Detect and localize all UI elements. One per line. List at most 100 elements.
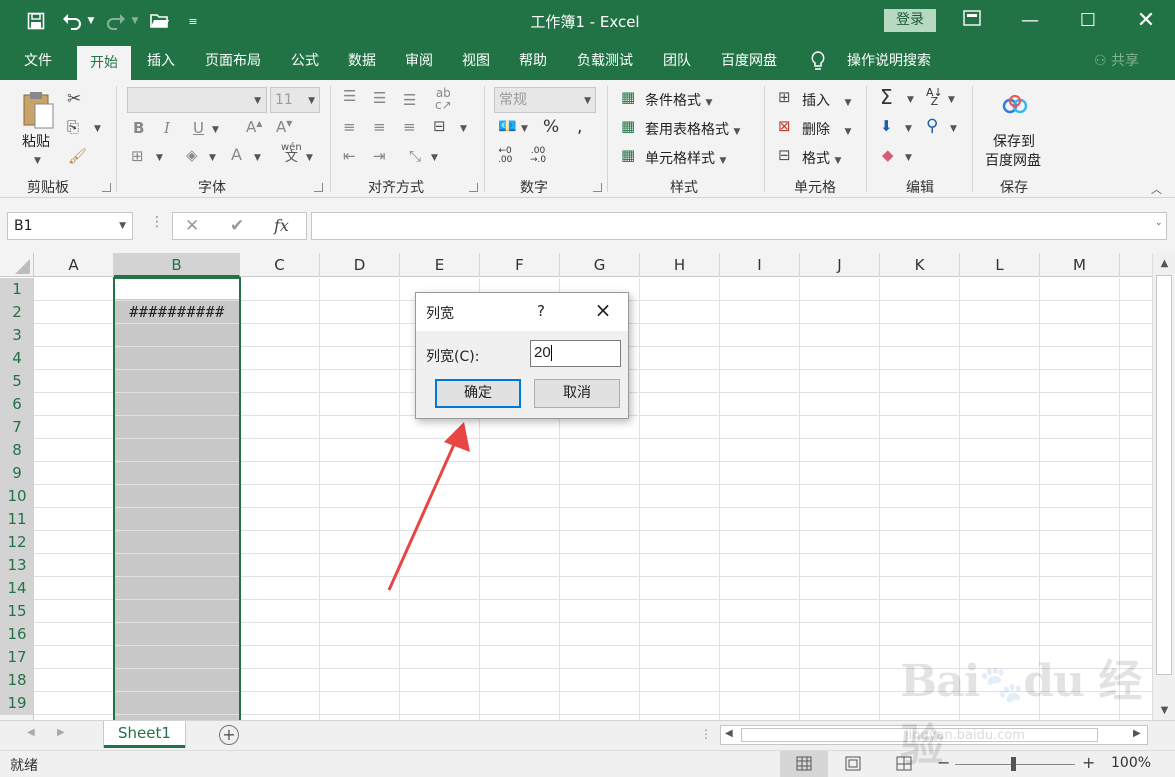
row-header[interactable]: 19 (0, 692, 34, 715)
row-header[interactable]: 12 (0, 531, 34, 554)
decrease-indent-icon[interactable]: ⇤ (343, 147, 356, 165)
chevron-down-icon[interactable]: ▼ (460, 124, 467, 134)
row-header[interactable]: 13 (0, 554, 34, 577)
chevron-down-icon[interactable]: ▼ (306, 153, 313, 163)
column-width-input[interactable]: 20 (530, 340, 621, 367)
chevron-down-icon[interactable]: ▼ (94, 124, 101, 134)
dialog-launcher-icon[interactable] (469, 183, 478, 192)
close-icon[interactable]: ✕ (1126, 6, 1166, 36)
format-as-table-button[interactable]: 套用表格格式 ▼ (645, 119, 740, 139)
decrease-font-icon[interactable]: A▼ (276, 118, 292, 136)
increase-decimal-icon[interactable]: ←0.00 (498, 147, 512, 165)
column-header[interactable]: E (400, 253, 480, 277)
align-middle-icon[interactable]: ☰ (373, 89, 386, 107)
chevron-down-icon[interactable]: ▼ (905, 153, 912, 163)
chevron-down-icon[interactable]: ▼ (950, 124, 957, 134)
tab-data[interactable]: 数据 (339, 42, 385, 80)
row-header[interactable]: 4 (0, 347, 34, 370)
cancel-button[interactable]: 取消 (534, 379, 620, 408)
comma-style-icon[interactable]: , (577, 117, 582, 137)
cancel-entry-icon[interactable]: ✕ (185, 216, 199, 236)
font-color-icon[interactable]: A (231, 145, 242, 164)
chevron-down-icon[interactable]: ▼ (212, 125, 219, 135)
number-format-select[interactable]: 常规 ▼ (494, 87, 596, 113)
underline-icon[interactable]: U (193, 119, 204, 137)
open-folder-icon[interactable] (148, 8, 172, 34)
sheet-tab-sheet1[interactable]: Sheet1 (104, 721, 185, 748)
row-header[interactable]: 5 (0, 370, 34, 393)
save-icon[interactable] (24, 8, 48, 34)
tab-view[interactable]: 视图 (453, 42, 499, 80)
decrease-decimal-icon[interactable]: .00 →.0 (530, 147, 546, 165)
font-size-select[interactable]: 11 ▼ (270, 87, 320, 113)
align-bottom-icon[interactable]: ☰ (403, 91, 416, 109)
chevron-down-icon[interactable]: ▼ (209, 153, 216, 163)
column-header[interactable]: H (640, 253, 720, 277)
row-header[interactable]: 15 (0, 600, 34, 623)
save-to-baidu-line1[interactable]: 保存到 (993, 131, 1035, 151)
row-header[interactable]: 7 (0, 416, 34, 439)
percent-icon[interactable]: % (543, 117, 559, 137)
scroll-up-icon[interactable]: ▲ (1153, 258, 1175, 269)
maximize-icon[interactable]: ☐ (1068, 6, 1108, 36)
insert-button[interactable]: 插入 ▼ (802, 90, 851, 110)
row-header[interactable]: 1 (0, 278, 34, 301)
clear-icon[interactable]: ◆ (882, 146, 894, 164)
fill-color-icon[interactable]: ◈ (186, 146, 198, 164)
column-header[interactable]: A (34, 253, 114, 277)
delete-button[interactable]: 删除 ▼ (802, 119, 851, 139)
formula-input[interactable] (311, 212, 1167, 240)
prev-sheet-icon[interactable]: ◀ (27, 727, 35, 738)
tab-formulas[interactable]: 公式 (282, 42, 328, 80)
row-header[interactable]: 2 (0, 301, 34, 324)
chevron-down-icon[interactable]: ▼ (431, 153, 438, 163)
confirm-entry-icon[interactable]: ✔ (230, 216, 244, 236)
row-header[interactable]: 6 (0, 393, 34, 416)
column-header[interactable]: J (800, 253, 880, 277)
help-icon[interactable]: ? (537, 302, 545, 320)
chevron-down-icon[interactable]: ▼ (86, 8, 96, 34)
row-header[interactable]: 10 (0, 485, 34, 508)
next-sheet-icon[interactable]: ▶ (57, 727, 65, 738)
tab-team[interactable]: 团队 (654, 42, 700, 80)
insert-function-icon[interactable]: fx (274, 216, 289, 235)
tab-page-layout[interactable]: 页面布局 (196, 42, 270, 80)
collapse-ribbon-icon[interactable]: ︿ (1151, 181, 1162, 197)
fill-icon[interactable]: ⬇ (880, 117, 893, 135)
cut-icon[interactable]: ✂ (67, 89, 81, 109)
minimize-icon[interactable]: — (1010, 6, 1050, 36)
share-button[interactable]: ⚇ 共享 (1094, 42, 1139, 80)
row-header[interactable]: 3 (0, 324, 34, 347)
chevron-down-icon[interactable]: ▼ (34, 156, 41, 166)
row-header[interactable]: 8 (0, 439, 34, 462)
column-header[interactable]: B (114, 253, 240, 277)
merge-icon[interactable]: ⤡ (409, 147, 421, 165)
tell-me-search[interactable]: 操作说明搜索 (842, 42, 936, 80)
wrap-text-icon[interactable]: ⊟ (433, 117, 446, 135)
column-header[interactable]: K (880, 253, 960, 277)
row-header[interactable]: 16 (0, 623, 34, 646)
tab-home[interactable]: 开始 (77, 46, 131, 80)
chevron-down-icon[interactable]: ▼ (948, 95, 955, 105)
format-painter-icon[interactable]: 🖌 (68, 147, 87, 165)
expand-formula-icon[interactable]: ⌄ (1155, 218, 1163, 228)
close-icon[interactable]: × (591, 298, 615, 322)
conditional-format-button[interactable]: 条件格式 ▼ (645, 90, 712, 110)
column-header[interactable]: F (480, 253, 560, 277)
bold-icon[interactable]: B (133, 119, 144, 137)
tab-load-test[interactable]: 负载测试 (568, 42, 642, 80)
phonetic-icon[interactable]: wén 文 (281, 143, 302, 165)
normal-view-icon[interactable] (780, 751, 828, 777)
cell-styles-button[interactable]: 单元格样式 ▼ (645, 148, 726, 168)
chevron-down-icon[interactable]: ▼ (905, 124, 912, 134)
chevron-down-icon[interactable]: ▼ (907, 95, 914, 105)
increase-font-icon[interactable]: A▲ (246, 118, 262, 136)
tab-review[interactable]: 审阅 (396, 42, 442, 80)
column-header[interactable]: D (320, 253, 400, 277)
align-center-icon[interactable]: ≡ (373, 118, 386, 136)
orientation-icon[interactable]: ab c↗ (435, 87, 452, 111)
row-header[interactable]: 9 (0, 462, 34, 485)
vertical-scroll-thumb[interactable] (1156, 275, 1172, 675)
customize-icon[interactable]: ≡ (186, 8, 200, 34)
align-right-icon[interactable]: ≡ (403, 118, 416, 136)
